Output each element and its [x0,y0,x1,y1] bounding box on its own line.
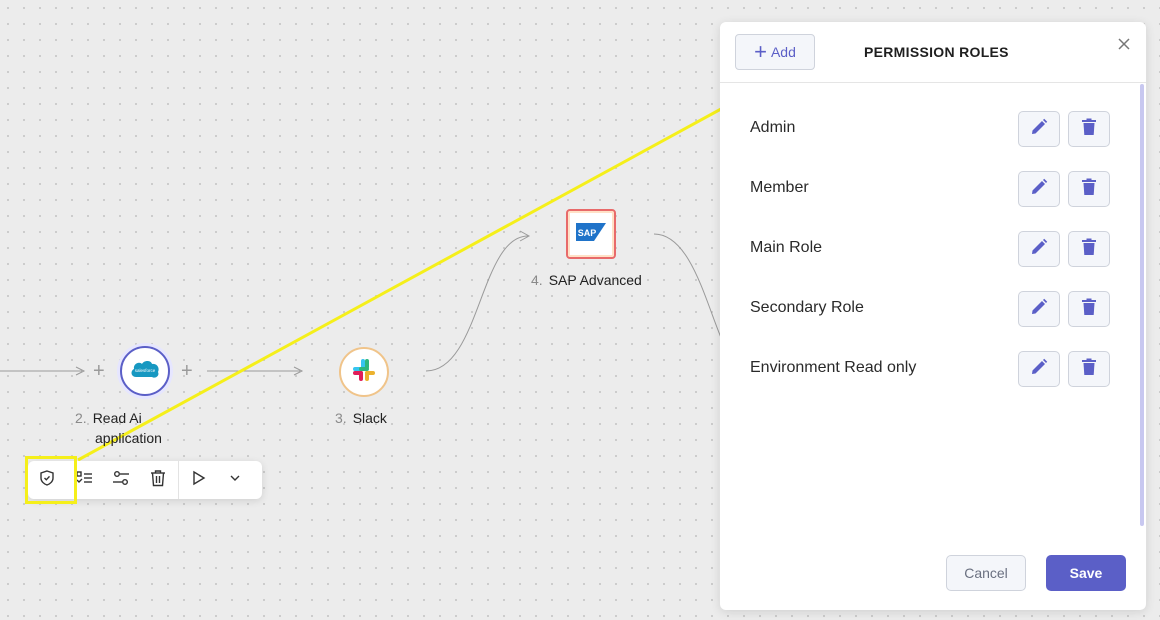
pencil-icon [1030,358,1048,381]
pencil-icon [1030,298,1048,321]
pencil-icon [1030,178,1048,201]
pencil-icon [1030,238,1048,261]
role-row: Member [720,171,1130,207]
permission-roles-panel: + Add PERMISSION ROLES Admin Member Main… [720,22,1146,610]
delete-role-button[interactable] [1068,231,1110,267]
more-options-button[interactable] [216,461,253,499]
role-name: Admin [750,119,796,136]
node-label-read-ai: 2. Read Ai application [75,410,162,446]
delete-role-button[interactable] [1068,111,1110,147]
panel-header: + Add PERMISSION ROLES [720,22,1146,83]
plus-icon: + [754,39,767,64]
edit-role-button[interactable] [1018,171,1060,207]
sap-icon: SAP [576,222,606,246]
node-label-sap: 4. SAP Advanced [531,272,642,288]
node-label-slack: 3. Slack [335,410,387,426]
settings-sliders-icon [112,469,130,492]
edit-role-button[interactable] [1018,351,1060,387]
pencil-icon [1030,118,1048,141]
role-name: Main Role [750,239,823,256]
trash-icon [1081,298,1097,321]
svg-text:salesforce: salesforce [135,368,156,373]
edit-role-button[interactable] [1018,291,1060,327]
role-row: Main Role [720,231,1130,267]
add-step-button[interactable]: + [93,361,105,381]
panel-scrollbar[interactable] [1140,84,1144,526]
add-step-button[interactable]: + [181,361,193,381]
checklist-icon [75,469,93,492]
cancel-button[interactable]: Cancel [946,555,1026,591]
close-button[interactable] [1116,36,1132,52]
close-icon [1116,38,1132,56]
chevron-down-icon [228,471,242,490]
salesforce-icon: salesforce [129,358,161,385]
slack-node[interactable] [339,347,389,397]
trash-icon [1081,178,1097,201]
svg-text:SAP: SAP [578,228,597,238]
save-button[interactable]: Save [1046,555,1126,591]
run-button[interactable] [179,461,216,499]
trash-icon [149,469,167,492]
trash-icon [1081,358,1097,381]
add-role-label: Add [770,44,796,60]
slack-icon [351,357,377,388]
sap-node[interactable]: SAP [566,209,616,259]
panel-title: PERMISSION ROLES [864,44,1009,60]
role-name: Environment Read only [750,359,917,376]
salesforce-node[interactable]: salesforce [120,346,170,396]
play-icon [189,469,207,492]
role-row: Admin [720,111,1130,147]
trash-icon [1081,118,1097,141]
add-role-button[interactable]: + Add [735,34,815,70]
trash-icon [1081,238,1097,261]
edit-role-button[interactable] [1018,231,1060,267]
delete-role-button[interactable] [1068,171,1110,207]
delete-role-button[interactable] [1068,291,1110,327]
role-name: Secondary Role [750,299,864,316]
settings-button[interactable] [102,461,139,499]
role-row: Environment Read only [720,351,1130,387]
role-name: Member [750,179,809,196]
annotation-highlight [25,456,77,504]
delete-node-button[interactable] [139,461,176,499]
edit-role-button[interactable] [1018,111,1060,147]
delete-role-button[interactable] [1068,351,1110,387]
role-row: Secondary Role [720,291,1130,327]
